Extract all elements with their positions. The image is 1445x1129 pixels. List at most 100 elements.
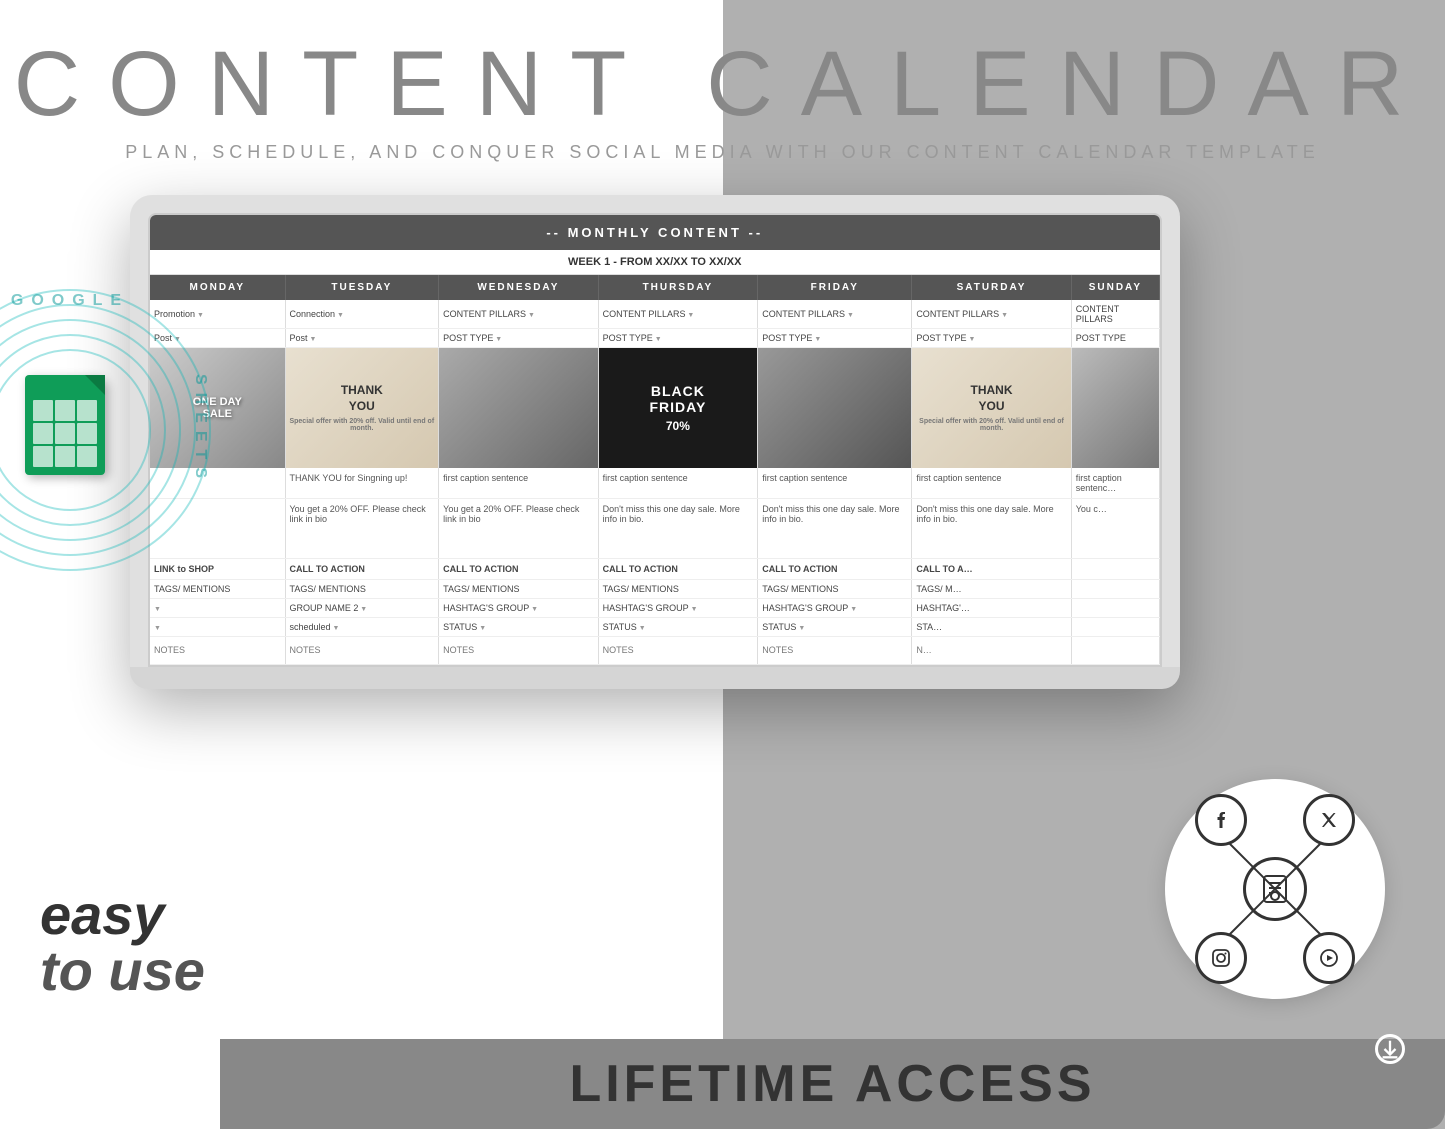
week-row: WEEK 1 - FROM XX/XX TO XX/XX [150,250,1160,275]
status-sunday [1071,617,1159,636]
image-blackfriday: BLACKFRIDAY 70% [599,348,758,468]
img-friday [758,348,912,468]
google-sheets-circle: GOOGLE SHEETS [0,280,220,580]
caption-thursday: first caption sentence [598,468,758,499]
tags-saturday: TAGS/ M… [912,579,1071,598]
status-saturday: STA… [912,617,1071,636]
body-row: You get a 20% OFF. Please check link in … [150,498,1160,558]
type-thursday-1: CONTENT PILLARS [598,300,758,329]
hashtag-saturday: HASHTAG'… [912,598,1071,617]
svg-text:GOOGLE: GOOGLE [11,292,129,309]
svg-text:SHEETS: SHEETS [192,374,209,486]
notes-saturday: N… [912,636,1071,664]
easy-to-use-block: easy to use [40,887,205,999]
image-person2 [758,348,911,468]
status-thursday: STATUS [598,617,758,636]
grid-cell-3 [77,400,97,421]
grid-cell-4 [33,423,53,444]
tags-friday: TAGS/ MENTIONS [758,579,912,598]
grid-cell-9 [77,446,97,467]
image-thankyou2: THANKYOU Special offer with 20% off. Val… [912,348,1070,468]
tags-row: TAGS/ MENTIONS TAGS/ MENTIONS TAGS/ MENT… [150,579,1160,598]
type-thursday-2: POST TYPE [598,329,758,348]
type-friday-2: POST TYPE [758,329,912,348]
week-label-cell: WEEK 1 - FROM XX/XX TO XX/XX [150,250,1160,275]
sheets-icon [25,375,115,485]
tags-thursday: TAGS/ MENTIONS [598,579,758,598]
img-thursday: BLACKFRIDAY 70% [598,348,758,468]
lifetime-text: LIFETIME ACCESS [569,1054,1095,1114]
status-friday: STATUS [758,617,912,636]
body-tuesday: You get a 20% OFF. Please check link in … [285,498,439,558]
hashtag-friday: HASHTAG'S GROUP [758,598,912,617]
notes-thursday: NOTES [598,636,758,664]
social-circle-bg [1165,779,1385,999]
type-friday-1: CONTENT PILLARS [758,300,912,329]
body-thursday: Don't miss this one day sale. More info … [598,498,758,558]
hashtag-thursday: HASHTAG'S GROUP [598,598,758,617]
notes-wednesday: NOTES [439,636,598,664]
sheets-grid [33,400,97,467]
type-sunday-1: CONTENT PILLARS [1071,300,1159,329]
cta-saturday: CALL TO A… [912,558,1071,579]
cta-thursday: CALL TO ACTION [598,558,758,579]
sheet-title-cell: -- MONTHLY CONTENT -- [150,215,1160,250]
image-row: ONE DAYSALE THANKYOU Special offer with … [150,348,1160,468]
facebook-icon [1195,794,1247,846]
instagram-icon [1195,932,1247,984]
easy-text: easy [40,887,205,943]
cta-friday: CALL TO ACTION [758,558,912,579]
type-sunday-2: POST TYPE [1071,329,1159,348]
day-header-row: MONDAY TUESDAY WEDNESDAY THURSDAY FRIDAY… [150,275,1160,301]
caption-saturday: first caption sentence [912,468,1071,499]
grid-cell-5 [55,423,75,444]
day-wednesday: WEDNESDAY [439,275,598,301]
hashtag-row: GROUP NAME 2 HASHTAG'S GROUP HASHTAG'S G… [150,598,1160,617]
type-tuesday-2: Post [285,329,439,348]
day-tuesday: TUESDAY [285,275,439,301]
caption-tuesday: THANK YOU for Singning up! [285,468,439,499]
cta-wednesday: CALL TO ACTION [439,558,598,579]
twitter-icon [1303,794,1355,846]
sheet-title-row: -- MONTHLY CONTENT -- [150,215,1160,250]
lifetime-banner: LIFETIME ACCESS [220,1039,1445,1129]
caption-sunday: first caption sentenc… [1071,468,1159,499]
grid-cell-1 [33,400,53,421]
tags-sunday [1071,579,1159,598]
status-wednesday: STATUS [439,617,598,636]
type-wednesday-1: CONTENT PILLARS [439,300,598,329]
hashtag-monday [150,598,285,617]
sheets-icon-corner [85,375,105,395]
spreadsheet: -- MONTHLY CONTENT -- WEEK 1 - FROM XX/X… [150,215,1160,665]
main-title: CONTENT CALENDAR [0,38,1445,130]
day-sunday: SUNDAY [1071,275,1159,301]
header: CONTENT CALENDAR PLAN, SCHEDULE, AND CON… [0,0,1445,163]
image-person1 [439,348,597,468]
day-thursday: THURSDAY [598,275,758,301]
caption-wednesday: first caption sentence [439,468,598,499]
social-icons-wrapper [1165,779,1385,999]
image-thankyou: THANKYOU Special offer with 20% off. Val… [286,348,439,468]
laptop-base [130,667,1180,689]
notes-tuesday: NOTES [285,636,439,664]
subtitle: PLAN, SCHEDULE, AND CONQUER SOCIAL MEDIA… [0,142,1445,163]
type-row-1: Promotion Connection CONTENT PILLARS CON… [150,300,1160,329]
download-arrow-icon [1375,1034,1405,1064]
tags-wednesday: TAGS/ MENTIONS [439,579,598,598]
grid-cell-2 [55,400,75,421]
img-wednesday [439,348,598,468]
grid-cell-8 [55,446,75,467]
body-saturday: Don't miss this one day sale. More info … [912,498,1071,558]
img-tuesday: THANKYOU Special offer with 20% off. Val… [285,348,439,468]
download-icon-wrapper[interactable] [1365,1024,1415,1074]
body-sunday: You c… [1071,498,1159,558]
day-friday: FRIDAY [758,275,912,301]
status-row: scheduled STATUS STATUS STATUS STA… [150,617,1160,636]
tags-tuesday: TAGS/ MENTIONS [285,579,439,598]
hashtag-sunday [1071,598,1159,617]
body-friday: Don't miss this one day sale. More info … [758,498,912,558]
notes-sunday [1071,636,1159,664]
type-saturday-2: POST TYPE [912,329,1071,348]
img-saturday: THANKYOU Special offer with 20% off. Val… [912,348,1071,468]
image-person3 [1072,348,1159,468]
